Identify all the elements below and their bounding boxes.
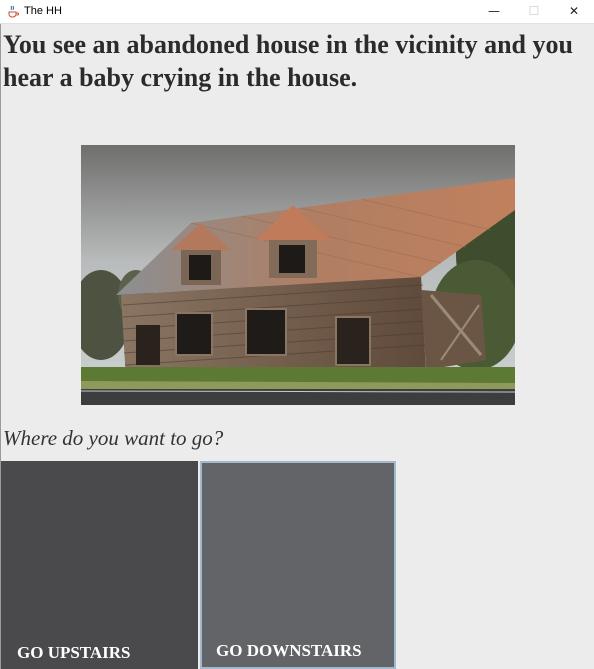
window-titlebar[interactable]: The HH — ☐ ✕ [0, 0, 594, 24]
minimize-button[interactable]: — [474, 0, 514, 23]
go-upstairs-button[interactable]: GO UPSTAIRS [1, 461, 198, 669]
go-downstairs-label: GO DOWNSTAIRS [216, 641, 362, 660]
maximize-button[interactable]: ☐ [514, 0, 554, 23]
story-text: You see an abandoned house in the vicini… [3, 30, 573, 92]
question-prompt: Where do you want to go? [3, 426, 224, 450]
window-title: The HH [24, 5, 62, 17]
close-button[interactable]: ✕ [554, 0, 594, 23]
abandoned-house-image [81, 145, 515, 405]
game-panel: You see an abandoned house in the vicini… [0, 24, 594, 669]
go-upstairs-label: GO UPSTAIRS [17, 643, 131, 662]
java-cup-icon [8, 5, 19, 18]
go-downstairs-button[interactable]: GO DOWNSTAIRS [200, 461, 396, 669]
